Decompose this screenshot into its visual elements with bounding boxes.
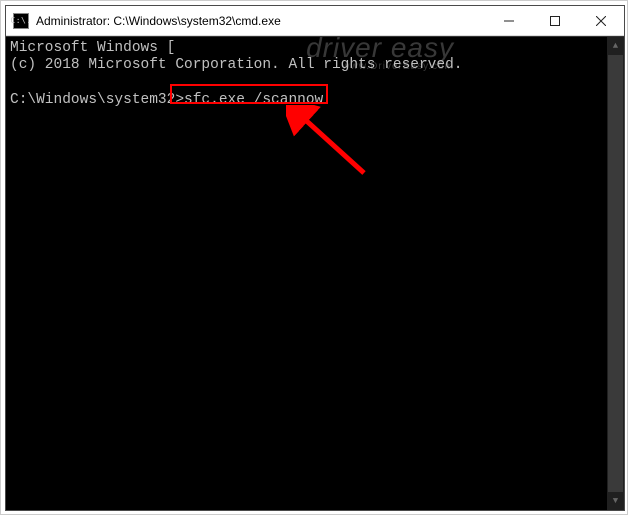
terminal-blank-line: [10, 75, 620, 92]
command-text: sfc.exe /scannow: [184, 92, 323, 108]
scroll-thumb[interactable]: [608, 55, 623, 492]
terminal-output-line: (c) 2018 Microsoft Corporation. All righ…: [10, 57, 620, 74]
minimize-button[interactable]: [486, 6, 532, 35]
terminal-prompt-line: C:\Windows\system32>sfc.exe /scannow: [10, 92, 620, 109]
titlebar[interactable]: C:\. Administrator: C:\Windows\system32\…: [6, 6, 624, 36]
maximize-button[interactable]: [532, 6, 578, 35]
cmd-icon: C:\.: [13, 13, 29, 29]
window-title: Administrator: C:\Windows\system32\cmd.e…: [36, 14, 486, 28]
window-controls: [486, 6, 624, 35]
scroll-down-button[interactable]: ▼: [607, 492, 624, 510]
terminal-output-line: Microsoft Windows [: [10, 40, 620, 57]
prompt-text: C:\Windows\system32>: [10, 92, 184, 108]
cmd-window: C:\. Administrator: C:\Windows\system32\…: [5, 5, 625, 511]
terminal-area[interactable]: Microsoft Windows [ (c) 2018 Microsoft C…: [6, 36, 624, 510]
scrollbar[interactable]: ▲ ▼: [607, 37, 624, 510]
scroll-up-button[interactable]: ▲: [607, 37, 624, 55]
annotation-arrow-icon: [286, 105, 376, 185]
close-button[interactable]: [578, 6, 624, 35]
